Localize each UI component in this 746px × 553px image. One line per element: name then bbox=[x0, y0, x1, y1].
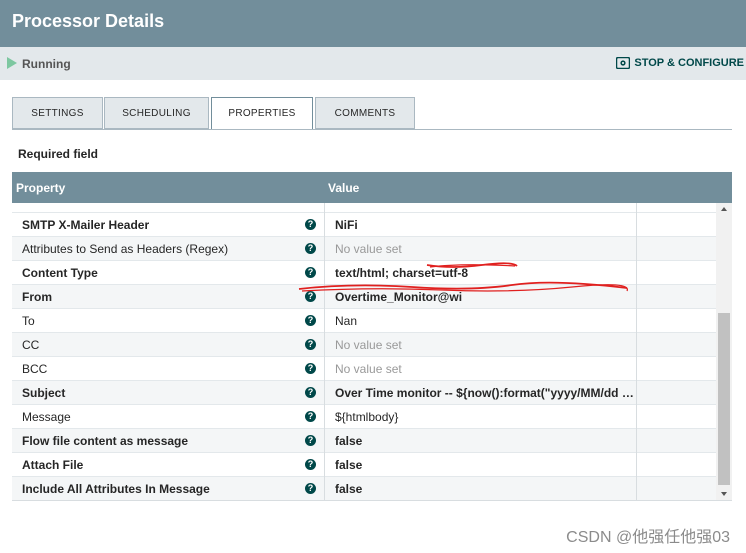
property-value[interactable]: No value set bbox=[335, 242, 635, 256]
table-row[interactable]: Attributes to Send as Headers (Regex)? No… bbox=[12, 237, 716, 261]
table-body: SMTP X-Mailer Header? NiFi Attributes to S… bbox=[12, 203, 732, 500]
table-row[interactable]: Subject? Over Time monitor -- ${now():for… bbox=[12, 381, 716, 405]
property-value[interactable]: NiFi bbox=[335, 218, 635, 232]
property-value[interactable]: false bbox=[335, 482, 635, 496]
property-name: BCC bbox=[22, 362, 48, 376]
property-name: Include All Attributes In Message bbox=[22, 482, 210, 496]
tab-divider bbox=[12, 129, 732, 130]
help-icon[interactable]: ? bbox=[305, 291, 316, 302]
property-value[interactable]: Overtime_Monitor@wi bbox=[335, 290, 635, 304]
dialog-title: Processor Details bbox=[12, 11, 165, 31]
help-icon[interactable]: ? bbox=[305, 411, 316, 422]
property-value[interactable]: No value set bbox=[335, 338, 635, 352]
help-icon[interactable]: ? bbox=[305, 363, 316, 374]
properties-table: Property Value SMTP X-Mailer Header? NiFi… bbox=[12, 172, 732, 501]
stop-configure-button[interactable]: STOP & CONFIGURE bbox=[616, 57, 744, 69]
property-value[interactable]: No value set bbox=[335, 362, 635, 376]
table-row[interactable]: SMTP X-Mailer Header? NiFi bbox=[12, 213, 716, 237]
table-row[interactable]: Include All Attributes In Message? false bbox=[12, 477, 716, 500]
help-icon[interactable]: ? bbox=[305, 243, 316, 254]
table-row[interactable]: Attach File? false bbox=[12, 453, 716, 477]
status-bar: Running STOP & CONFIGURE bbox=[0, 47, 746, 80]
help-icon[interactable]: ? bbox=[305, 267, 316, 278]
property-value[interactable]: ${htmlbody} bbox=[335, 410, 635, 424]
help-icon[interactable]: ? bbox=[305, 435, 316, 446]
table-header: Property Value bbox=[12, 172, 732, 203]
property-value[interactable]: text/html; charset=utf-8 bbox=[335, 266, 635, 280]
property-name: Subject bbox=[22, 386, 66, 400]
tab-settings[interactable]: SETTINGS bbox=[12, 97, 103, 129]
scroll-down-icon[interactable] bbox=[721, 492, 727, 496]
table-row[interactable]: Content Type? text/html; charset=utf-8 bbox=[12, 261, 716, 285]
scroll-up-icon[interactable] bbox=[721, 207, 727, 211]
property-name: Attach File bbox=[22, 458, 84, 472]
property-name: To bbox=[22, 314, 35, 328]
tab-scheduling[interactable]: SCHEDULING bbox=[104, 97, 209, 129]
property-value[interactable]: false bbox=[335, 458, 635, 472]
help-icon[interactable]: ? bbox=[305, 339, 316, 350]
table-row[interactable]: To? Nan bbox=[12, 309, 716, 333]
property-value[interactable]: Nan bbox=[335, 314, 635, 328]
help-icon[interactable]: ? bbox=[305, 483, 316, 494]
property-name: Flow file content as message bbox=[22, 434, 189, 448]
column-header-value[interactable]: Value bbox=[328, 181, 359, 195]
table-row-partial bbox=[12, 203, 716, 213]
required-field-label: Required field bbox=[18, 147, 99, 161]
table-row[interactable]: Message? ${htmlbody} bbox=[12, 405, 716, 429]
table-scrollbar[interactable] bbox=[716, 203, 732, 500]
help-icon[interactable]: ? bbox=[305, 219, 316, 230]
running-icon bbox=[7, 57, 17, 69]
scroll-thumb[interactable] bbox=[718, 313, 730, 485]
table-row[interactable]: From? Overtime_Monitor@wi bbox=[12, 285, 716, 309]
property-name: Content Type bbox=[22, 266, 98, 280]
help-icon[interactable]: ? bbox=[305, 315, 316, 326]
table-row[interactable]: Flow file content as message? false bbox=[12, 429, 716, 453]
run-status: Running bbox=[22, 57, 71, 71]
stop-configure-icon bbox=[616, 57, 631, 69]
table-row[interactable]: BCC? No value set bbox=[12, 357, 716, 381]
help-icon[interactable]: ? bbox=[305, 387, 316, 398]
dialog-header: Processor Details bbox=[0, 0, 746, 47]
property-name: From bbox=[22, 290, 52, 304]
column-header-property[interactable]: Property bbox=[16, 181, 65, 195]
property-value[interactable]: false bbox=[335, 434, 635, 448]
property-name: Message bbox=[22, 410, 71, 424]
property-name: CC bbox=[22, 338, 40, 352]
property-name: Attributes to Send as Headers (Regex) bbox=[22, 242, 229, 256]
property-name: SMTP X-Mailer Header bbox=[22, 218, 150, 232]
tab-comments[interactable]: COMMENTS bbox=[315, 97, 415, 129]
watermark: CSDN @他强任他强03 bbox=[566, 529, 730, 546]
stop-configure-label: STOP & CONFIGURE bbox=[634, 57, 744, 69]
property-value[interactable]: Over Time monitor -- ${now():format("yyy… bbox=[335, 386, 635, 400]
tab-properties[interactable]: PROPERTIES bbox=[211, 97, 313, 130]
table-row[interactable]: CC? No value set bbox=[12, 333, 716, 357]
help-icon[interactable]: ? bbox=[305, 459, 316, 470]
